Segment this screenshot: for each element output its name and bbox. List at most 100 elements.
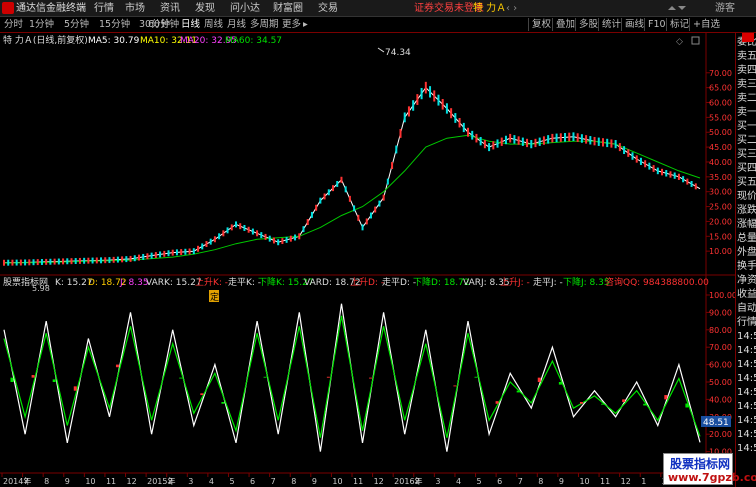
candle — [323, 193, 326, 200]
tab-weekly[interactable]: 周线 — [204, 18, 223, 31]
candle — [492, 141, 495, 150]
menu-wealth-circle[interactable]: 财富圈 — [273, 2, 303, 15]
candle — [542, 136, 545, 145]
indicator-tick-label: 60.00 — [709, 361, 732, 370]
candle — [361, 224, 364, 231]
time-axis-label: 7 — [518, 477, 523, 486]
candle — [277, 239, 280, 246]
candle — [315, 204, 318, 211]
candle — [218, 233, 221, 240]
tab-timeshare[interactable]: 分时 — [4, 18, 23, 31]
indicator-tick-label: 20.00 — [709, 430, 732, 439]
menu-ask[interactable]: 问小达 — [230, 2, 260, 15]
candle — [28, 259, 31, 266]
tab-60min-visible[interactable]: 60分钟 — [148, 18, 179, 31]
svg-text:◇: ◇ — [676, 37, 683, 47]
menu-market-quotes[interactable]: 行情 — [94, 2, 114, 15]
candle — [340, 176, 343, 183]
time-axis-label: 10 — [579, 477, 589, 486]
flat-j-value: 走平J: - — [533, 277, 563, 288]
tab-daily[interactable]: 日线 — [181, 18, 200, 31]
chart-area[interactable]: 特 力Ａ(日线,前复权) MA5: 30.79 MA10: 32.11 MA20… — [0, 33, 735, 487]
menu-bar: 通达信金融终端 行情 市场 资讯 发现 问小达 财富圈 交易 证券交易未登录 特… — [0, 0, 756, 17]
tab-monthly[interactable]: 月线 — [227, 18, 246, 31]
candle — [686, 178, 689, 185]
main-title: 特 力Ａ(日线,前复权) — [3, 34, 88, 46]
restore-rights-button[interactable]: 复权 — [528, 18, 551, 31]
candle — [133, 255, 136, 262]
candle — [62, 258, 65, 265]
up-k-value: 上升K: - — [195, 277, 228, 288]
time-axis-label: 12 — [127, 477, 137, 486]
overlay-button[interactable]: 叠加 — [552, 18, 575, 31]
time-axis-label: 6 — [250, 477, 255, 486]
candle — [32, 259, 35, 266]
indicator-tick-label: 70.00 — [709, 343, 732, 352]
candle — [656, 167, 659, 175]
vark-value: VARK: 15.27 — [146, 278, 202, 288]
marker-icon[interactable]: 定 — [209, 290, 219, 303]
tab-5min[interactable]: 5分钟 — [64, 18, 89, 31]
candle — [471, 130, 474, 140]
candle — [310, 211, 313, 218]
candle — [568, 132, 571, 142]
candle — [395, 145, 398, 154]
tab-multi-period[interactable]: 多周期 — [250, 18, 279, 31]
scroll-arrows-icon[interactable] — [666, 1, 688, 16]
tab-more[interactable]: 更多 — [282, 18, 301, 31]
tab-1min[interactable]: 1分钟 — [29, 18, 54, 31]
f10-button[interactable]: F10 — [644, 18, 666, 31]
stock-nav-arrows[interactable]: ‹ › — [506, 2, 517, 15]
candle — [682, 176, 685, 183]
candle — [104, 257, 107, 264]
statistics-button[interactable]: 统计 — [598, 18, 621, 31]
candle — [163, 250, 166, 257]
candle — [551, 133, 554, 143]
add-favorite-button[interactable]: +自选 — [689, 18, 720, 31]
quote-panel-label: 14:5 — [737, 373, 756, 384]
candle — [467, 127, 469, 137]
candle — [175, 249, 178, 256]
indicator-tick-label: 50.00 — [709, 378, 732, 387]
price-tick-label: 10.00 — [709, 247, 732, 256]
price-tick-label: 45.00 — [709, 143, 732, 152]
indicator-tick-label: 100.00 — [709, 291, 735, 300]
candle — [644, 160, 647, 168]
candle — [332, 185, 335, 192]
candle — [197, 245, 200, 252]
candle — [205, 241, 208, 247]
menu-discover[interactable]: 发现 — [195, 2, 215, 15]
more-arrow-icon[interactable]: ▸ — [303, 18, 308, 31]
down-j-value: 下降J: 8.35 — [563, 276, 610, 288]
time-axis-label: 2 — [168, 477, 173, 486]
quote-panel-label: 涨跌 — [737, 205, 756, 216]
quote-panel-label: 换手 — [737, 261, 756, 272]
menu-news[interactable]: 资讯 — [160, 2, 180, 15]
quote-panel-label: 14:5 — [737, 331, 756, 342]
candle — [57, 258, 60, 265]
candle — [513, 135, 516, 144]
quote-panel-label: 卖一 — [737, 107, 756, 118]
candle — [289, 235, 292, 242]
menu-market[interactable]: 市场 — [125, 2, 145, 15]
candle — [24, 259, 27, 266]
tab-15min[interactable]: 15分钟 — [99, 18, 130, 31]
up-j-value: 上升J: - — [500, 277, 530, 288]
price-tick-label: 15.00 — [709, 232, 732, 241]
watermark-url: www.7gpzb.com — [668, 471, 756, 484]
candle — [11, 259, 14, 266]
time-axis-label: 6 — [497, 477, 502, 486]
bookmark-button[interactable]: 标记 — [666, 18, 689, 31]
candle — [353, 205, 356, 212]
time-axis-label: 3 — [188, 477, 193, 486]
candle — [488, 143, 491, 152]
draw-line-button[interactable]: 画线 — [621, 18, 644, 31]
menu-trade[interactable]: 交易 — [318, 2, 338, 15]
candle — [78, 257, 81, 264]
guest-label[interactable]: 游客 — [715, 2, 735, 15]
time-axis-label: 10 — [85, 477, 95, 486]
time-axis-label: 12 — [621, 477, 631, 486]
candle — [3, 259, 5, 266]
multi-stock-button[interactable]: 多股 — [575, 18, 598, 31]
flat-d-value: 走平D: - — [382, 277, 416, 288]
